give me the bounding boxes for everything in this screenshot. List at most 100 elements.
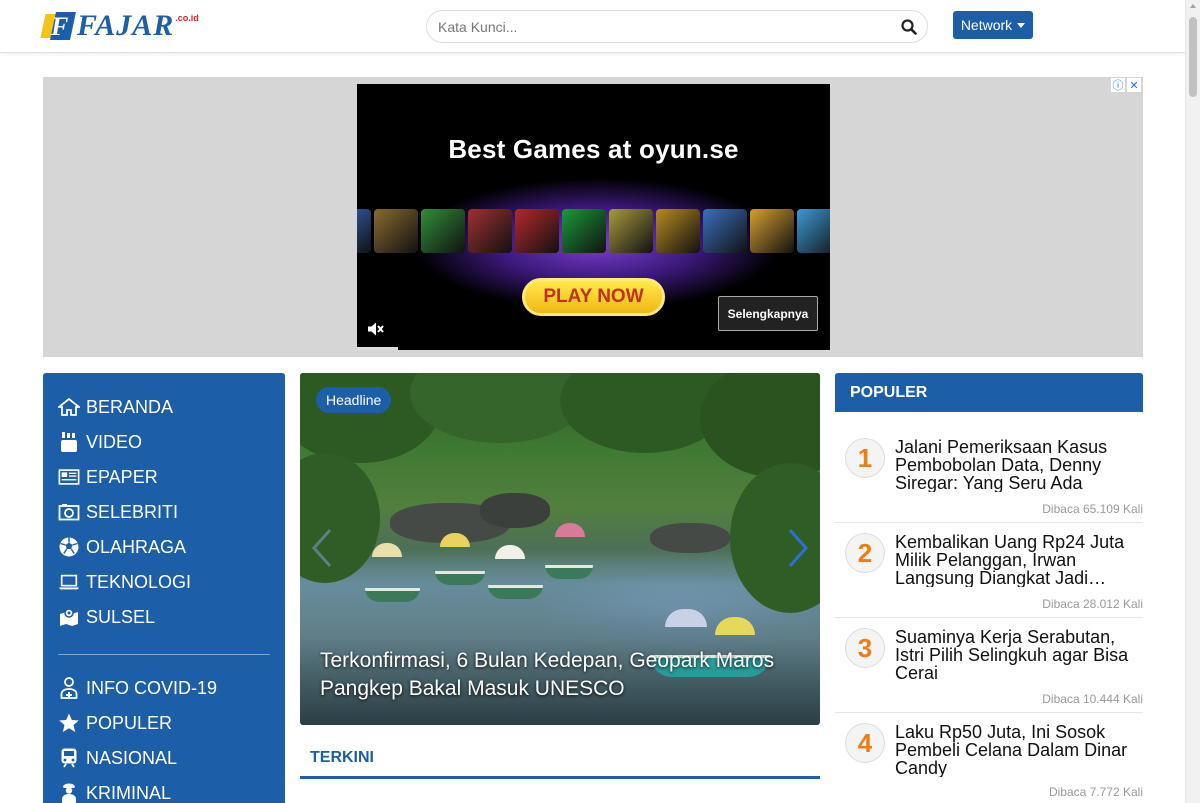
- rank-badge: 1: [845, 438, 885, 478]
- sidebar-item-label: SELEBRITI: [86, 501, 179, 522]
- photo-rock: [480, 493, 550, 528]
- scroll-thumb[interactable]: [1189, 17, 1197, 97]
- terkini-label: TERKINI: [310, 749, 374, 766]
- criminal-icon: [58, 782, 80, 803]
- network-label: Network: [960, 17, 1013, 33]
- headline-badge[interactable]: Headline: [316, 387, 392, 413]
- sidebar-item-label: POPULER: [86, 712, 173, 733]
- mute-icon[interactable]: [366, 320, 384, 338]
- laptop-icon: [58, 571, 80, 593]
- sidebar-item-populer[interactable]: POPULER: [58, 711, 172, 735]
- logo-sub: .co.id: [175, 13, 199, 23]
- sidebar-item-selebriti[interactable]: SELEBRITI: [58, 500, 178, 524]
- list-item[interactable]: 3 Suaminya Kerja Serabutan, Istri Pilih …: [835, 618, 1143, 713]
- advertisement-banner: ⓘ ✕ Best Games at oyun.se PLAY NOW Selen…: [43, 77, 1143, 357]
- terkini-section-header: TERKINI: [300, 745, 820, 779]
- ad-game-tile: [703, 209, 747, 253]
- home-icon: [58, 396, 80, 418]
- photo-boat: [365, 588, 420, 602]
- sidebar-item-video[interactable]: VIDEO: [58, 430, 142, 454]
- list-item[interactable]: 2 Kembalikan Uang Rp24 Juta Milik Pelang…: [835, 523, 1143, 618]
- search-box: [426, 10, 928, 43]
- sidebar-nav: BERANDA VIDEO EPAPER SELEBRITI OLAHRAGA …: [43, 373, 285, 803]
- ad-game-strip: [357, 209, 830, 254]
- photo-umbrella: [555, 523, 585, 537]
- ad-game-tile: [515, 209, 559, 253]
- sidebar-item-label: KRIMINAL: [86, 782, 172, 803]
- article-title[interactable]: Jalani Pemeriksaan Kasus Pembobolan Data…: [895, 438, 1137, 492]
- list-item[interactable]: 1 Jalani Pemeriksaan Kasus Pembobolan Da…: [835, 428, 1143, 523]
- sidebar-item-kriminal[interactable]: KRIMINAL: [58, 781, 171, 803]
- sidebar-item-label: INFO COVID-19: [86, 677, 218, 698]
- photo-boat: [488, 585, 543, 599]
- site-header: F FAJAR .co.id Network: [0, 0, 1185, 53]
- fajar-logo[interactable]: F FAJAR .co.id: [40, 9, 199, 43]
- view-count: Dibaca 28.012 Kali: [1042, 597, 1143, 611]
- article-title[interactable]: Laku Rp50 Juta, Ini Sosok Pembeli Celana…: [895, 723, 1137, 777]
- search-button[interactable]: [891, 11, 927, 42]
- view-count: Dibaca 10.444 Kali: [1042, 692, 1143, 706]
- ad-game-tile: [609, 209, 653, 253]
- camera-icon: [58, 501, 80, 523]
- slider-prev-arrow-icon[interactable]: [308, 526, 336, 570]
- ad-play-now-button[interactable]: PLAY NOW: [522, 278, 665, 316]
- photo-tree: [700, 373, 820, 478]
- sidebar-item-epaper[interactable]: EPAPER: [58, 465, 158, 489]
- ad-close-icon[interactable]: ✕: [1127, 78, 1141, 92]
- sidebar-item-nasional[interactable]: NASIONAL: [58, 746, 177, 770]
- ad-title: Best Games at oyun.se: [448, 134, 739, 164]
- populer-label: POPULER: [850, 384, 928, 401]
- logo-text: FAJAR: [77, 9, 175, 42]
- sidebar-item-label: SULSEL: [86, 606, 156, 627]
- ad-game-tile: [374, 209, 418, 253]
- ad-info-icon[interactable]: ⓘ: [1111, 78, 1125, 92]
- sidebar-divider: [58, 654, 270, 655]
- ad-game-tile: [468, 209, 512, 253]
- populer-header: POPULER: [835, 373, 1143, 412]
- sidebar-item-label: VIDEO: [86, 431, 143, 452]
- ad-video[interactable]: Best Games at oyun.se PLAY NOW Selengkap…: [357, 84, 830, 350]
- photo-umbrella: [665, 609, 707, 627]
- photo-boat: [435, 571, 485, 585]
- map-icon: [58, 606, 80, 628]
- photo-umbrella: [715, 617, 755, 635]
- logo-mark-icon: F: [40, 10, 76, 42]
- sidebar-item-label: BERANDA: [86, 396, 174, 417]
- slider-next-arrow-icon[interactable]: [784, 526, 812, 570]
- view-count: Dibaca 7.772 Kali: [1048, 785, 1143, 799]
- rank-badge: 4: [845, 723, 885, 763]
- sidebar-item-sulsel[interactable]: SULSEL: [58, 605, 155, 629]
- article-title[interactable]: Kembalikan Uang Rp24 Juta Milik Pelangga…: [895, 533, 1137, 587]
- ad-game-tile: [421, 209, 465, 253]
- view-count: Dibaca 65.109 Kali: [1042, 502, 1143, 516]
- search-icon: [901, 18, 917, 35]
- article-title[interactable]: Suaminya Kerja Serabutan, Istri Pilih Se…: [895, 628, 1137, 682]
- search-input[interactable]: [427, 11, 891, 42]
- sidebar-item-olahraga[interactable]: OLAHRAGA: [58, 535, 186, 559]
- sidebar-item-beranda[interactable]: BERANDA: [58, 395, 173, 419]
- ad-progress-bar: [357, 347, 398, 350]
- sidebar-item-label: TEKNOLOGI: [86, 571, 192, 592]
- scroll-up-arrow-icon[interactable]: [1190, 4, 1196, 8]
- train-icon: [58, 747, 80, 769]
- sidebar-item-label: OLAHRAGA: [86, 536, 187, 557]
- ad-game-tile: [357, 209, 371, 253]
- ad-game-tile: [750, 209, 794, 253]
- photo-umbrella: [495, 545, 525, 559]
- newspaper-icon: [58, 466, 80, 488]
- headline-title[interactable]: Terkonfirmasi, 6 Bulan Kedepan, Geopark …: [320, 647, 800, 703]
- photo-umbrella: [372, 543, 402, 557]
- sidebar-item-teknologi[interactable]: TEKNOLOGI: [58, 570, 191, 594]
- ad-more-button[interactable]: Selengkapnya: [718, 296, 818, 331]
- sidebar-item-label: EPAPER: [86, 466, 158, 487]
- youtube-icon: [58, 431, 80, 453]
- list-item[interactable]: 4 Laku Rp50 Juta, Ini Sosok Pembeli Cela…: [835, 713, 1143, 803]
- medic-icon: [58, 677, 80, 699]
- rank-badge: 2: [845, 533, 885, 573]
- network-dropdown-button[interactable]: Network: [953, 11, 1033, 39]
- sidebar-item-info-covid[interactable]: INFO COVID-19: [58, 676, 217, 700]
- page-scrollbar[interactable]: [1185, 0, 1200, 803]
- headline-slider[interactable]: Headline Terkonfirmasi, 6 Bulan Kedepan,…: [300, 373, 820, 725]
- rank-badge: 3: [845, 628, 885, 668]
- ad-game-tile: [562, 209, 606, 253]
